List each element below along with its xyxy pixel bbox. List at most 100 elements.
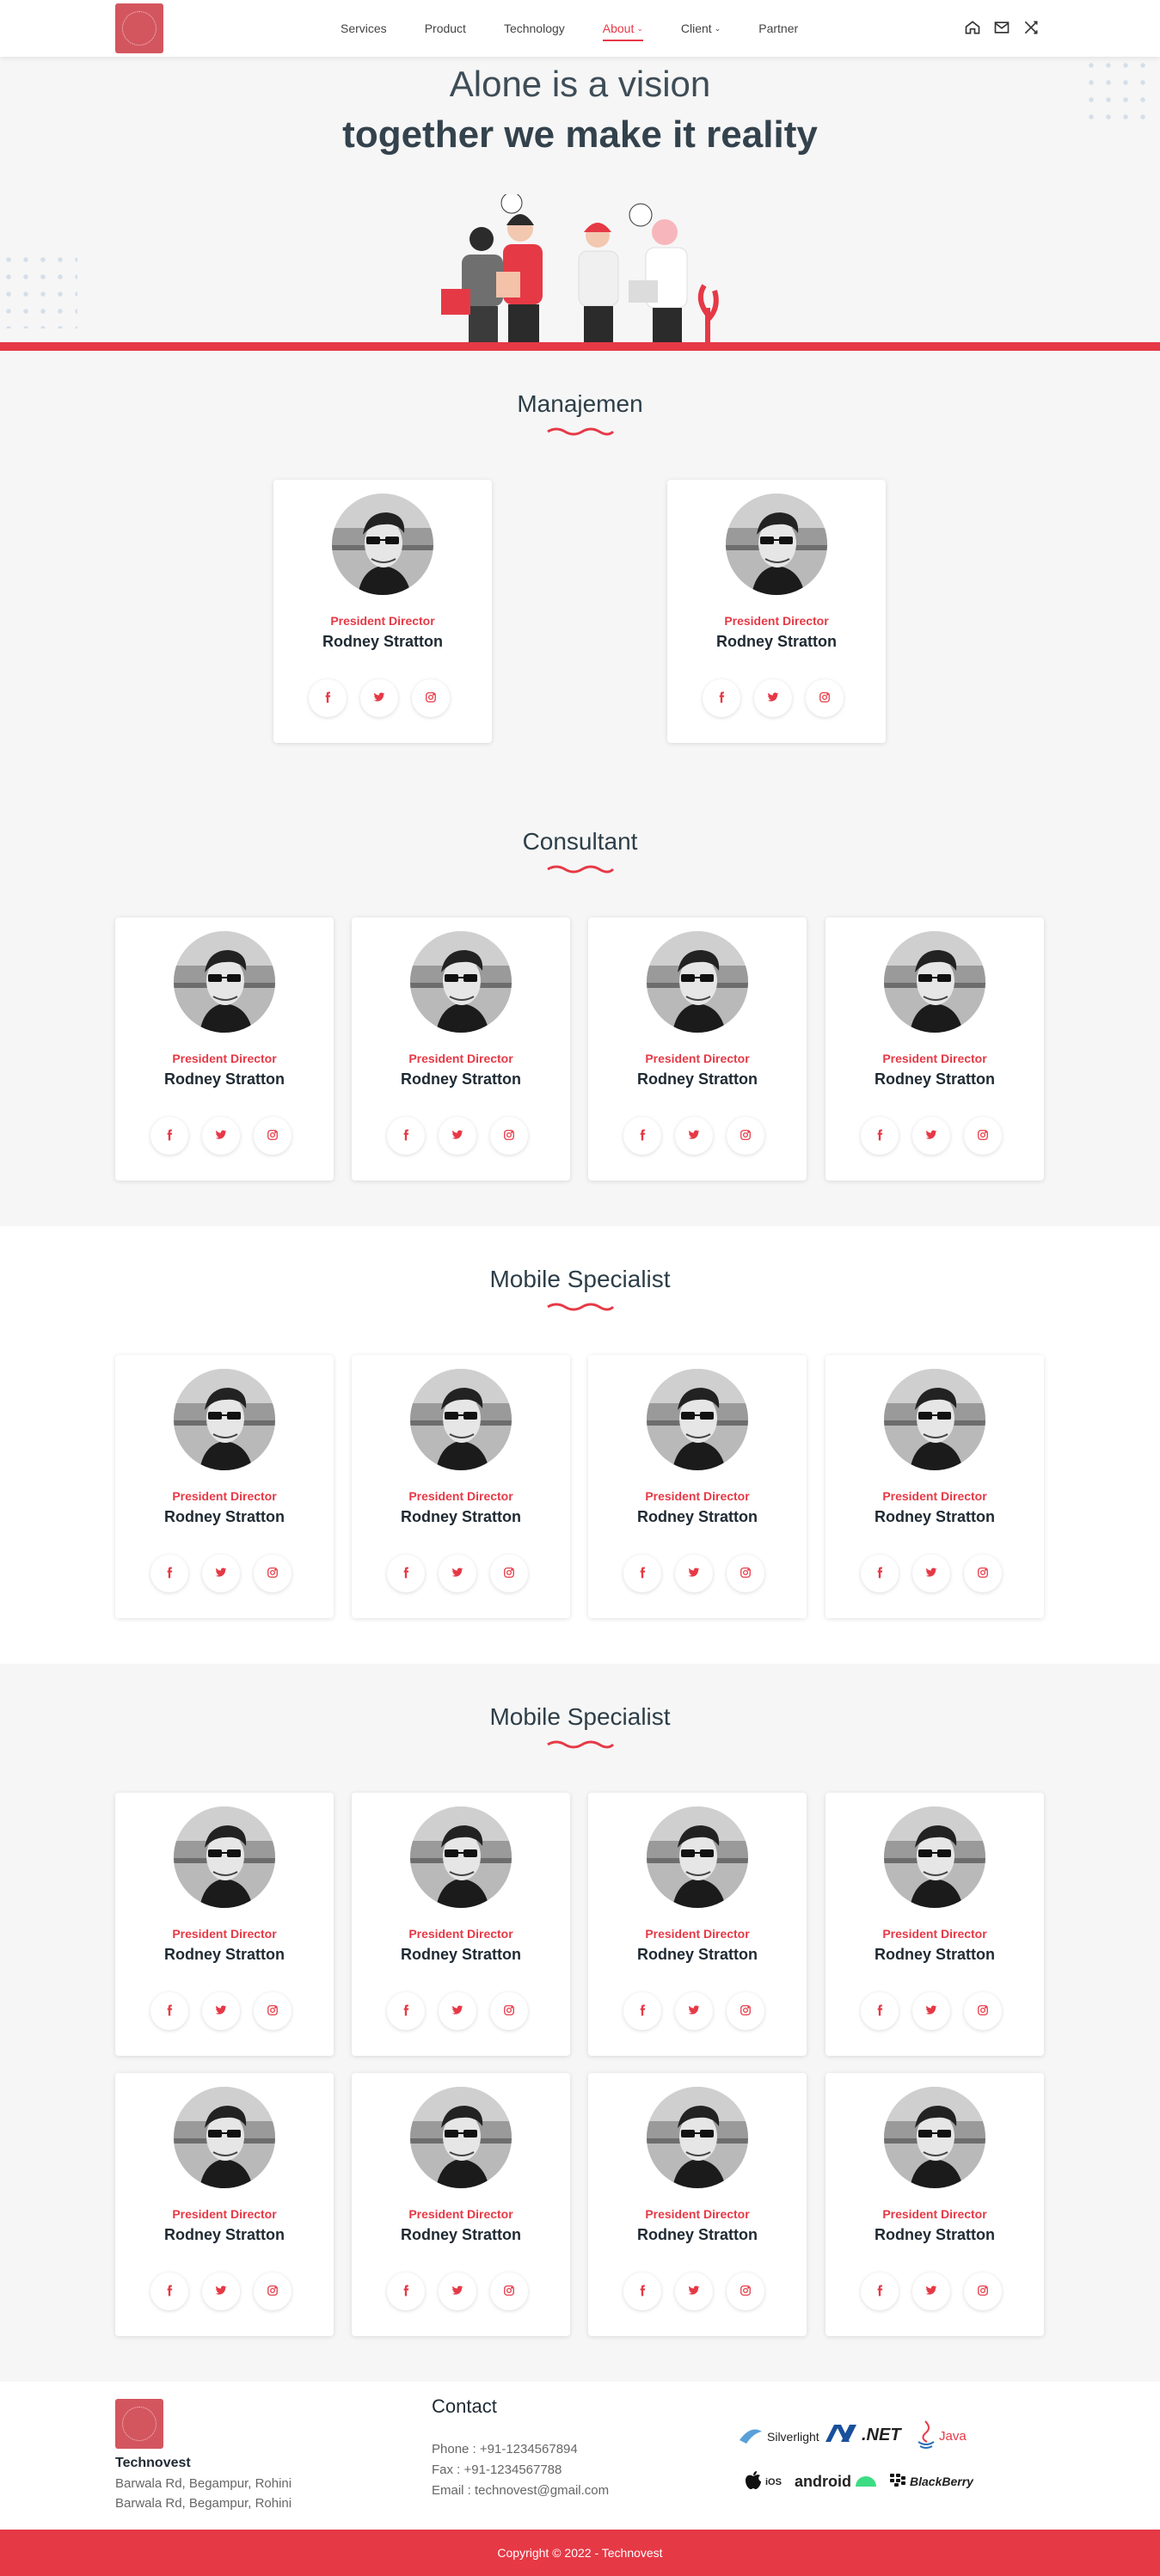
facebook-link[interactable] — [150, 1117, 188, 1155]
shuffle-icon[interactable] — [1022, 19, 1040, 40]
member-social-links — [623, 1555, 764, 1592]
twitter-link[interactable] — [675, 1117, 713, 1155]
member-avatar — [410, 1806, 512, 1908]
instagram-link[interactable] — [490, 2272, 528, 2310]
instagram-link[interactable] — [254, 1117, 292, 1155]
instagram-icon — [977, 2004, 989, 2019]
mail-icon[interactable] — [993, 19, 1010, 40]
member-avatar — [410, 931, 512, 1033]
footer-fax: Fax : +91-1234567788 — [432, 2463, 562, 2477]
twitter-link[interactable] — [202, 1117, 240, 1155]
facebook-link[interactable] — [387, 1117, 425, 1155]
twitter-link[interactable] — [202, 1992, 240, 2030]
twitter-link[interactable] — [675, 1992, 713, 2030]
tech-label: Silverlight — [767, 2430, 819, 2444]
twitter-link[interactable] — [439, 1555, 476, 1592]
twitter-link[interactable] — [439, 1992, 476, 2030]
facebook-link[interactable] — [387, 1992, 425, 2030]
facebook-link[interactable] — [150, 1992, 188, 2030]
instagram-link[interactable] — [490, 1992, 528, 2030]
instagram-link[interactable] — [254, 2272, 292, 2310]
instagram-link[interactable] — [727, 2272, 764, 2310]
member-role: President Director — [408, 1489, 513, 1503]
facebook-link[interactable] — [861, 1117, 899, 1155]
instagram-link[interactable] — [490, 1117, 528, 1155]
facebook-link[interactable] — [861, 1992, 899, 2030]
nav-item-product[interactable]: Product — [425, 21, 466, 35]
instagram-link[interactable] — [412, 679, 450, 717]
facebook-link[interactable] — [309, 679, 347, 717]
instagram-link[interactable] — [964, 1555, 1002, 1592]
footer-contact-title: Contact — [432, 2395, 497, 2417]
twitter-link[interactable] — [202, 2272, 240, 2310]
twitter-link[interactable] — [912, 1992, 950, 2030]
twitter-link[interactable] — [439, 2272, 476, 2310]
instagram-icon — [819, 691, 831, 706]
member-social-links — [150, 1117, 292, 1155]
twitter-icon — [688, 2285, 700, 2299]
member-name: Rodney Stratton — [163, 1946, 285, 1963]
instagram-link[interactable] — [727, 1992, 764, 2030]
facebook-link[interactable] — [150, 2272, 188, 2310]
twitter-link[interactable] — [912, 1555, 950, 1592]
team-member-card: President Director Rodney Stratton — [352, 2073, 570, 2336]
facebook-link[interactable] — [623, 1117, 661, 1155]
facebook-link[interactable] — [387, 1555, 425, 1592]
home-icon[interactable] — [964, 19, 981, 40]
facebook-link[interactable] — [861, 1555, 899, 1592]
top-navbar: Services Product Technology About ⌄ Client ⌄ Pa… — [0, 0, 1160, 57]
nav-item-about[interactable]: About ⌄ — [602, 21, 644, 41]
nav-item-technology[interactable]: Technology — [504, 21, 565, 35]
twitter-icon — [373, 691, 385, 706]
facebook-link[interactable] — [150, 1555, 188, 1592]
instagram-icon — [503, 2285, 515, 2299]
instagram-link[interactable] — [727, 1555, 764, 1592]
nav-item-partner[interactable]: Partner — [758, 21, 798, 35]
hero-banner: Alone is a vision together we make it re… — [0, 57, 1160, 342]
instagram-link[interactable] — [727, 1117, 764, 1155]
footer-company-name: Technovest — [115, 2456, 191, 2470]
facebook-link[interactable] — [861, 2272, 899, 2310]
twitter-link[interactable] — [360, 679, 398, 717]
nav-item-services[interactable]: Services — [341, 21, 387, 35]
facebook-icon — [636, 2004, 648, 2019]
member-social-links — [150, 2272, 292, 2310]
member-role: President Director — [330, 614, 435, 628]
facebook-link[interactable] — [703, 679, 740, 717]
instagram-icon — [740, 2285, 752, 2299]
tech-label: android — [795, 2473, 851, 2490]
brand-logo[interactable] — [115, 3, 163, 53]
facebook-link[interactable] — [623, 2272, 661, 2310]
twitter-link[interactable] — [202, 1555, 240, 1592]
footer-email[interactable]: Email : technovest@gmail.com — [432, 2483, 609, 2498]
member-name: Rodney Stratton — [715, 633, 837, 650]
twitter-link[interactable] — [675, 1555, 713, 1592]
twitter-link[interactable] — [439, 1117, 476, 1155]
twitter-link[interactable] — [912, 1117, 950, 1155]
instagram-link[interactable] — [254, 1555, 292, 1592]
nav-item-client[interactable]: Client ⌄ — [681, 21, 721, 35]
instagram-link[interactable] — [964, 1992, 1002, 2030]
member-role: President Director — [882, 1927, 987, 1941]
instagram-link[interactable] — [490, 1555, 528, 1592]
facebook-link[interactable] — [623, 1555, 661, 1592]
twitter-icon — [451, 1129, 463, 1144]
facebook-link[interactable] — [387, 2272, 425, 2310]
member-social-links — [150, 1555, 292, 1592]
instagram-icon — [267, 1129, 279, 1144]
instagram-link[interactable] — [964, 1117, 1002, 1155]
team-member-card: President Director Rodney Stratton — [826, 1793, 1044, 2056]
tech-silverlight: Silverlight — [738, 2425, 819, 2449]
instagram-link[interactable] — [806, 679, 844, 717]
member-avatar — [647, 2087, 748, 2188]
instagram-link[interactable] — [254, 1992, 292, 2030]
tech-blackberry: BlackBerry — [889, 2473, 973, 2490]
member-avatar — [410, 1369, 512, 1470]
twitter-link[interactable] — [912, 2272, 950, 2310]
instagram-link[interactable] — [964, 2272, 1002, 2310]
twitter-link[interactable] — [754, 679, 792, 717]
twitter-link[interactable] — [675, 2272, 713, 2310]
footer-logo[interactable] — [115, 2399, 163, 2449]
member-social-links — [861, 1555, 1002, 1592]
facebook-link[interactable] — [623, 1992, 661, 2030]
